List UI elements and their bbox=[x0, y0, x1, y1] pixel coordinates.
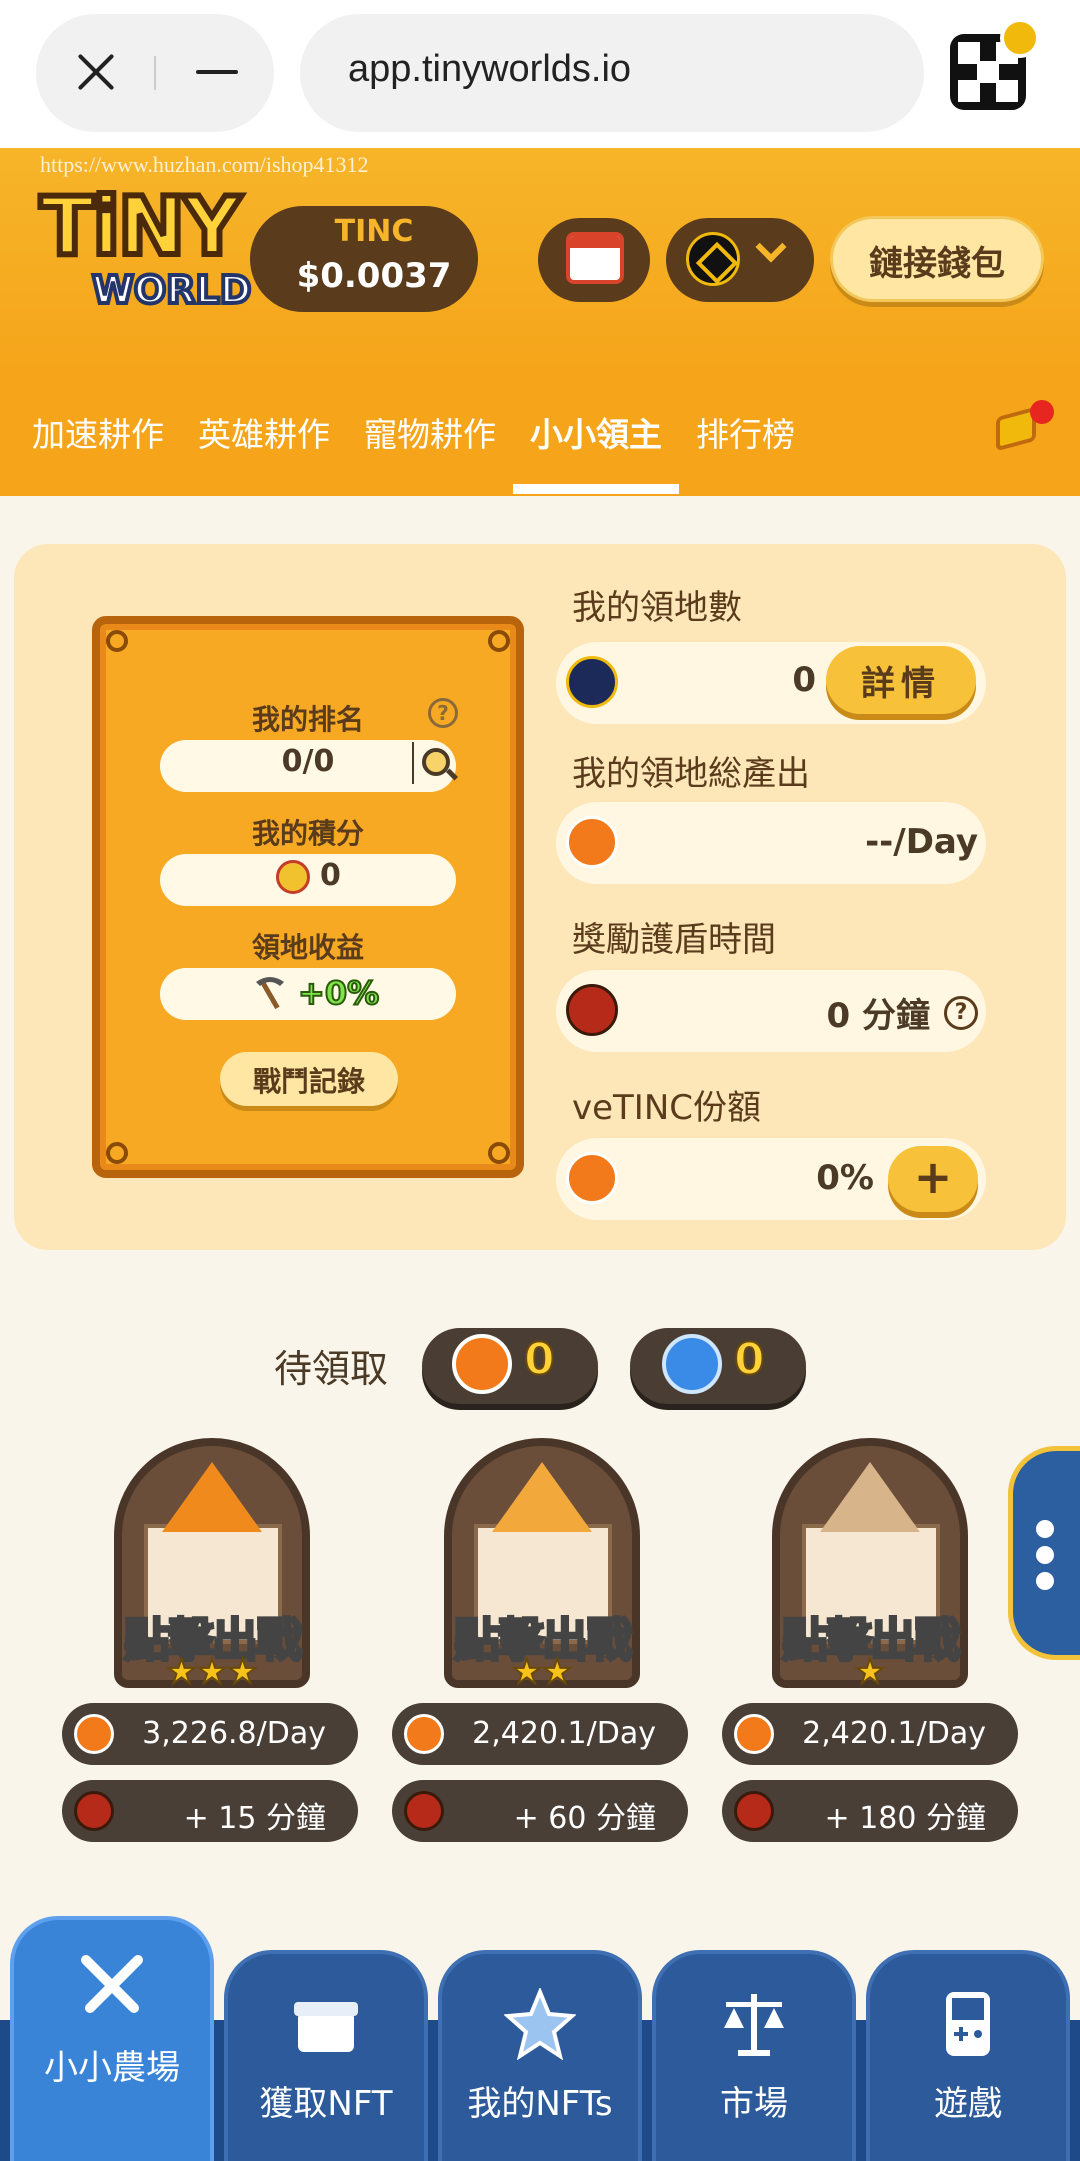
castle-shield: + 15 分鐘 bbox=[183, 1801, 326, 1836]
castle-output: 2,420.1/Day bbox=[802, 1716, 986, 1751]
vetinc-icon bbox=[566, 1152, 618, 1204]
pending-orb-value: 0 bbox=[733, 1333, 766, 1386]
notification-dot bbox=[1030, 400, 1054, 424]
more-dots-icon bbox=[1036, 1520, 1054, 1538]
battle-log-label: 戰鬥記錄 bbox=[252, 1065, 365, 1098]
calendar-icon bbox=[566, 232, 624, 284]
shield-value: 0 分鐘 bbox=[826, 996, 931, 1036]
pickaxe-icon bbox=[256, 977, 284, 1010]
castle-roof bbox=[162, 1462, 262, 1532]
nav-label: 獲取NFT bbox=[259, 2084, 393, 2124]
castle-output: 3,226.8/Day bbox=[142, 1716, 326, 1751]
nav-label: 小小農場 bbox=[44, 2048, 180, 2088]
details-label: 詳情 bbox=[861, 664, 941, 704]
crossed-swords-icon bbox=[81, 1955, 143, 2013]
nav-label: 我的NFTs bbox=[467, 2084, 613, 2124]
tinc-icon bbox=[74, 1714, 114, 1754]
minimize-icon[interactable] bbox=[196, 70, 238, 74]
connect-wallet-label: 鏈接錢包 bbox=[869, 244, 1005, 284]
scales-icon bbox=[724, 1994, 784, 2056]
bnb-badge-icon bbox=[1000, 18, 1040, 58]
castle-output: 2,420.1/Day bbox=[472, 1716, 656, 1751]
points-label: 我的積分 bbox=[251, 817, 364, 850]
output-label: 我的領地総產出 bbox=[572, 754, 810, 794]
territories-value: 0 bbox=[792, 660, 816, 700]
tinc-icon bbox=[734, 1714, 774, 1754]
medal-icon bbox=[276, 860, 310, 894]
tab-pet-farming[interactable]: 寵物耕作 bbox=[364, 408, 496, 456]
orb-icon bbox=[662, 1334, 722, 1394]
yield-label: 領地收益 bbox=[251, 931, 364, 964]
territory-icon bbox=[566, 656, 618, 708]
help-icon[interactable]: ? bbox=[428, 698, 458, 728]
shield-icon bbox=[734, 1791, 774, 1831]
castle-shield: + 60 分鐘 bbox=[513, 1801, 656, 1836]
token-label: TINC bbox=[334, 214, 414, 249]
divider bbox=[412, 742, 414, 784]
castle-roof bbox=[492, 1462, 592, 1532]
tab-speed-farming[interactable]: 加速耕作 bbox=[32, 408, 164, 456]
vetinc-value: 0% bbox=[816, 1158, 874, 1198]
logo-subtitle: WORLD bbox=[90, 266, 253, 314]
shield-icon bbox=[566, 984, 618, 1036]
points-value: 0 bbox=[320, 858, 341, 893]
search-icon[interactable] bbox=[422, 748, 450, 776]
tinc-icon bbox=[566, 816, 618, 868]
nav-label: 市場 bbox=[720, 2084, 788, 2124]
shield-label: 獎勵護盾時間 bbox=[572, 920, 776, 960]
active-tab-indicator bbox=[513, 484, 679, 494]
tinc-icon bbox=[404, 1714, 444, 1754]
close-icon[interactable] bbox=[74, 50, 118, 94]
vetinc-label: veTINC份額 bbox=[572, 1088, 762, 1128]
rank-label: 我的排名 bbox=[251, 703, 364, 736]
castle-roof bbox=[820, 1462, 920, 1532]
bnb-chain-icon bbox=[686, 232, 740, 286]
watermark: https://www.huzhan.com/ishop41312 bbox=[40, 152, 369, 177]
castle-shield: + 180 分鐘 bbox=[824, 1801, 986, 1836]
tab-little-lord[interactable]: 小小領主 bbox=[530, 408, 662, 456]
plus-icon: + bbox=[913, 1150, 953, 1204]
star-icon bbox=[504, 1988, 576, 2060]
yield-value: +0% bbox=[297, 973, 380, 1013]
more-dots-icon bbox=[1036, 1546, 1054, 1564]
output-value: --/Day bbox=[865, 822, 978, 862]
gamepad-icon bbox=[946, 1992, 990, 2056]
star-rating: ★★ bbox=[511, 1651, 574, 1693]
pending-label: 待領取 bbox=[274, 1347, 389, 1391]
token-price: $0.0037 bbox=[296, 256, 452, 296]
tab-hero-farming[interactable]: 英雄耕作 bbox=[198, 408, 330, 456]
shield-icon bbox=[74, 1791, 114, 1831]
tab-leaderboard[interactable]: 排行榜 bbox=[696, 408, 795, 456]
logo: TiNY bbox=[37, 177, 244, 276]
shield-icon bbox=[404, 1791, 444, 1831]
tinc-icon bbox=[452, 1334, 512, 1394]
nav-label: 遊戲 bbox=[934, 2084, 1002, 2124]
more-dots-icon bbox=[1036, 1572, 1054, 1590]
divider bbox=[154, 56, 156, 90]
territories-label: 我的領地數 bbox=[572, 588, 742, 628]
gift-box-icon bbox=[294, 2002, 358, 2052]
help-icon[interactable]: ? bbox=[944, 996, 978, 1030]
pending-tinc-value: 0 bbox=[523, 1333, 556, 1386]
star-rating: ★ bbox=[854, 1651, 886, 1693]
star-rating: ★★★ bbox=[165, 1651, 258, 1693]
url-text: app.tinyworlds.io bbox=[348, 48, 632, 90]
